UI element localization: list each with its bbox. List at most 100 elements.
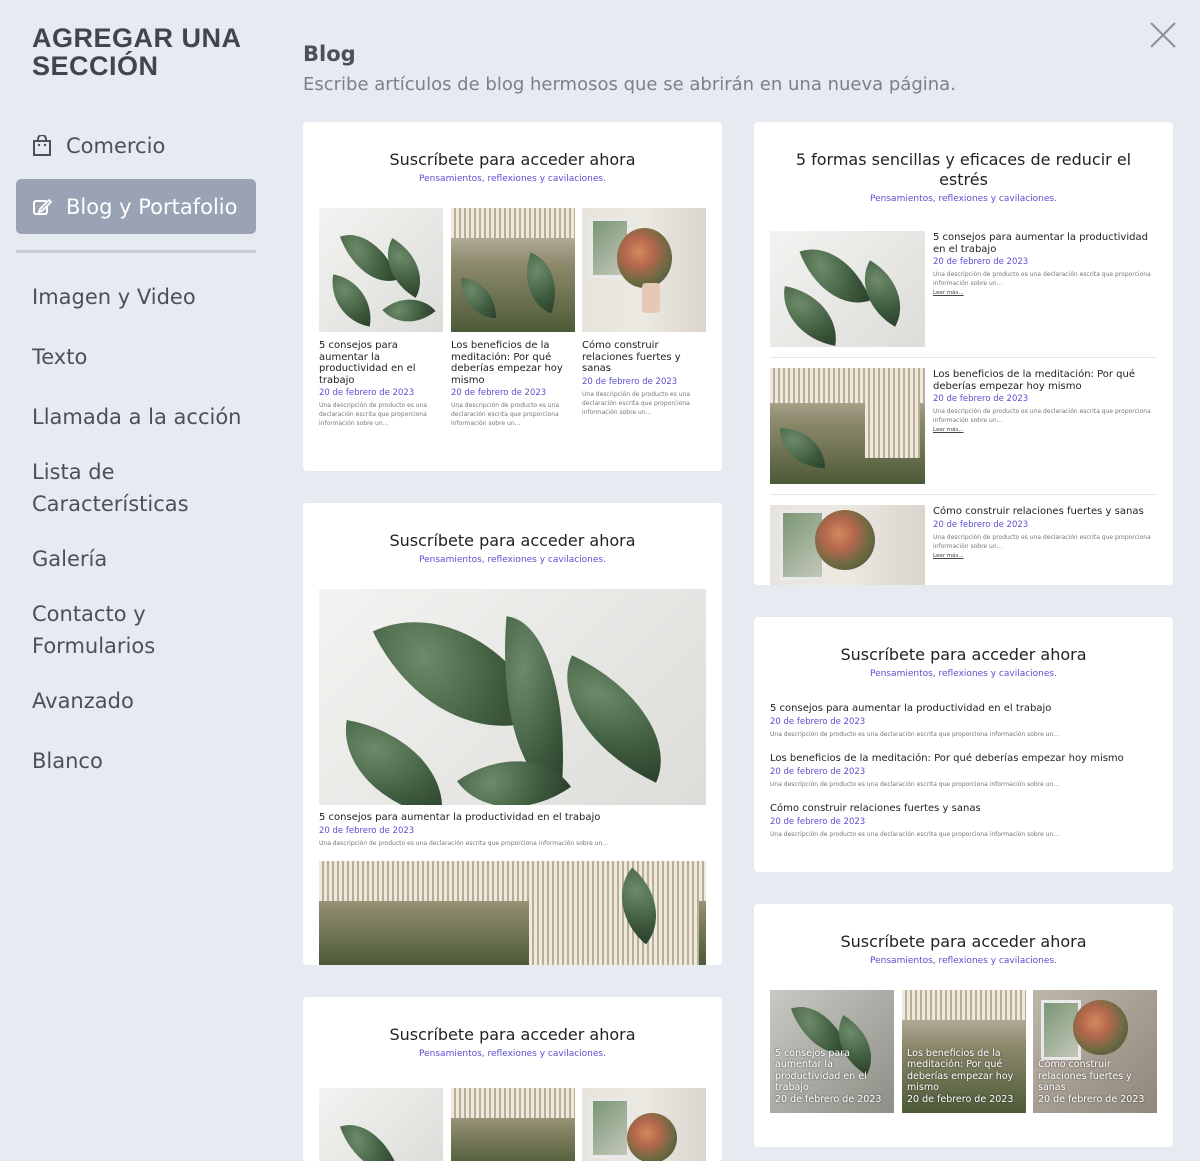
close-icon — [1150, 22, 1176, 48]
post-tile: Los beneficios de la meditación: Por qué… — [902, 990, 1026, 1113]
post-title: 5 consejos para aumentar la productivida… — [319, 340, 416, 386]
read-more-link: Leer más... — [933, 427, 964, 433]
template-card-text-list[interactable]: Suscríbete para acceder ahora Pensamient… — [754, 617, 1173, 872]
post-date: 20 de febrero de 2023 — [775, 1093, 882, 1105]
post-description: Una descripción de producto es una decla… — [770, 780, 1059, 788]
sidebar-item-imagen-video[interactable]: Imagen y Video — [16, 281, 256, 313]
tile-caption: 5 consejos para aumentar la productivida… — [775, 1048, 890, 1106]
post-image — [582, 208, 706, 332]
post-description: Una descripción de producto es una decla… — [451, 402, 560, 427]
post-image — [770, 231, 925, 347]
post-item: 5 consejos para aumentar la productivida… — [770, 703, 1157, 739]
post-description: Una descripción de producto es una decla… — [933, 408, 1151, 424]
sidebar-item-llamada-accion[interactable]: Llamada a la acción — [16, 401, 256, 433]
post-item: Cómo construir relaciones fuertes y sana… — [933, 506, 1158, 559]
post-image — [319, 1088, 443, 1161]
post-title: 5 consejos para aumentar la productivida… — [933, 232, 1148, 255]
close-button[interactable] — [1148, 20, 1178, 50]
post-item: 5 consejos para aumentar la productivida… — [319, 340, 439, 428]
sidebar-item-contacto-formularios[interactable]: Contacto y Formularios — [16, 598, 206, 662]
card-subtitle: Pensamientos, reflexiones y cavilaciones… — [870, 956, 1057, 966]
post-date: 20 de febrero de 2023 — [319, 388, 415, 398]
card-title: Suscríbete para acceder ahora — [389, 1025, 636, 1044]
sidebar-item-label: Texto — [32, 345, 88, 369]
sidebar-item-label: Blog y Portafolio — [66, 194, 238, 219]
post-title: 5 consejos para aumentar la productivida… — [775, 1047, 867, 1094]
template-card-featured[interactable]: Suscríbete para acceder ahora Pensamient… — [303, 503, 722, 965]
post-description: Una descripción de producto es una decla… — [933, 533, 1151, 550]
post-date: 20 de febrero de 2023 — [770, 716, 866, 727]
template-card-grid[interactable]: Suscríbete para acceder ahora Pensamient… — [303, 122, 722, 471]
sidebar-item-label: Comercio — [66, 134, 166, 158]
post-title: 5 consejos para aumentar la productivida… — [770, 703, 1052, 714]
post-tile: Cómo construir relaciones fuertes y sana… — [1033, 990, 1157, 1113]
post-date: 20 de febrero de 2023 — [933, 519, 1029, 530]
post-item: Cómo construir relaciones fuertes y sana… — [582, 340, 702, 417]
card-subtitle: Pensamientos, reflexiones y cavilaciones… — [870, 669, 1057, 679]
sidebar-item-galeria[interactable]: Galería — [16, 543, 256, 575]
divider — [770, 494, 1157, 495]
post-description: Una descripción de producto es una decla… — [582, 390, 691, 416]
page-subtitle: Escribe artículos de blog hermosos que s… — [303, 74, 956, 95]
sidebar-item-label: Lista de Características — [32, 460, 189, 516]
edit-icon — [32, 197, 52, 217]
post-description: Una descripción de producto es una decla… — [770, 730, 1059, 738]
post-date: 20 de febrero de 2023 — [582, 376, 678, 387]
post-image — [770, 368, 925, 484]
read-more-link: Leer más... — [933, 552, 964, 559]
post-image — [770, 505, 925, 585]
sidebar-item-label: Contacto y Formularios — [32, 602, 156, 658]
sidebar-item-blanco[interactable]: Blanco — [16, 745, 256, 777]
post-date: 20 de febrero de 2023 — [907, 1093, 1014, 1105]
card-title: Suscríbete para acceder ahora — [389, 150, 636, 169]
post-description: Una descripción de producto es una decla… — [933, 271, 1151, 287]
divider — [770, 357, 1157, 358]
sidebar-item-avanzado[interactable]: Avanzado — [16, 685, 256, 717]
card-title: Suscríbete para acceder ahora — [840, 932, 1087, 951]
sidebar-item-label: Galería — [32, 547, 108, 571]
shopping-bag-icon — [32, 135, 52, 156]
card-title: 5 formas sencillas y eficaces de reducir… — [795, 150, 1132, 189]
post-image — [582, 1088, 706, 1161]
sidebar-item-label: Imagen y Video — [32, 285, 196, 309]
post-title: Los beneficios de la meditación: Por qué… — [933, 369, 1136, 392]
sidebar-item-comercio[interactable]: Comercio — [16, 130, 256, 162]
card-title: Suscríbete para acceder ahora — [840, 645, 1087, 664]
post-tile: 5 consejos para aumentar la productivida… — [770, 990, 894, 1113]
sidebar-item-label: Llamada a la acción — [32, 405, 242, 429]
page-title: Blog — [303, 42, 356, 66]
post-title: Cómo construir relaciones fuertes y sana… — [933, 506, 1144, 517]
post-title: Cómo construir relaciones fuertes y sana… — [582, 340, 681, 374]
post-date: 20 de febrero de 2023 — [770, 766, 866, 777]
post-date: 20 de febrero de 2023 — [933, 257, 1029, 267]
sidebar-item-label: Avanzado — [32, 689, 134, 713]
post-item: Los beneficios de la meditación: Por qué… — [451, 340, 571, 428]
post-title: Los beneficios de la meditación: Por qué… — [451, 340, 563, 386]
sidebar-item-label: Blanco — [32, 749, 103, 773]
sidebar: AGREGAR UNA SECCIÓN Comercio Blog y Port… — [0, 0, 272, 1161]
sidebar-title: AGREGAR UNA SECCIÓN — [32, 23, 241, 81]
card-subtitle: Pensamientos, reflexiones y cavilaciones… — [419, 1049, 606, 1059]
post-item: 5 consejos para aumentar la productivida… — [319, 812, 706, 848]
post-title: Los beneficios de la meditación: Por qué… — [907, 1047, 1014, 1094]
post-item: Los beneficios de la meditación: Por qué… — [933, 369, 1158, 433]
read-more-link: Leer más... — [933, 290, 964, 296]
sidebar-item-blog[interactable]: Blog y Portafolio — [16, 179, 256, 234]
post-image — [319, 208, 443, 332]
post-date: 20 de febrero de 2023 — [451, 388, 547, 398]
post-image — [451, 1088, 575, 1161]
template-card-grid-2[interactable]: Suscríbete para acceder ahora Pensamient… — [303, 997, 722, 1161]
post-item: Cómo construir relaciones fuertes y sana… — [770, 803, 1157, 839]
tile-caption: Cómo construir relaciones fuertes y sana… — [1038, 1059, 1153, 1105]
post-description: Una descripción de producto es una decla… — [319, 402, 428, 427]
sidebar-item-texto[interactable]: Texto — [16, 341, 256, 373]
post-title: 5 consejos para aumentar la productivida… — [319, 812, 601, 823]
tile-caption: Los beneficios de la meditación: Por qué… — [907, 1048, 1022, 1106]
post-image — [451, 208, 575, 332]
card-subtitle: Pensamientos, reflexiones y cavilaciones… — [419, 555, 606, 565]
post-date: 20 de febrero de 2023 — [1038, 1093, 1145, 1105]
sidebar-item-lista-caracteristicas[interactable]: Lista de Características — [16, 456, 216, 520]
template-card-list-thumbs[interactable]: 5 formas sencillas y eficaces de reducir… — [754, 122, 1173, 585]
template-card-overlay-grid[interactable]: Suscríbete para acceder ahora Pensamient… — [754, 904, 1173, 1147]
post-date: 20 de febrero de 2023 — [770, 816, 866, 827]
